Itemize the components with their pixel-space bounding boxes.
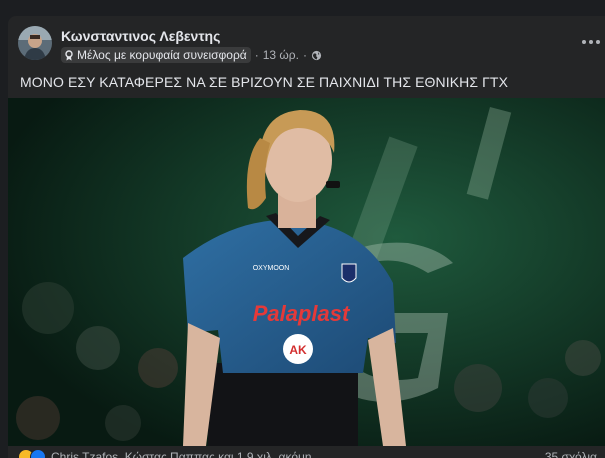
reaction-icons[interactable]	[18, 448, 46, 458]
avatar-image	[18, 26, 52, 60]
reactions-bar: Chris Tzafos, Κώστας Παππας και 1,9 χιλ.…	[8, 447, 605, 458]
jersey-logo-text: AK	[289, 343, 307, 357]
post-photo[interactable]: Palaplast OXYMOON AK	[8, 98, 605, 446]
post-card: Κωνσταντινος Λεβεντης Μέλος με κορυφαία …	[8, 16, 605, 458]
more-options-icon[interactable]	[577, 34, 605, 50]
facebook-feed: Κωνσταντινος Λεβεντης Μέλος με κορυφαία …	[0, 0, 605, 458]
badge-icon	[65, 49, 73, 60]
referee-photo: Palaplast OXYMOON AK	[8, 98, 605, 446]
post-timestamp[interactable]: 13 ώρ.	[263, 47, 299, 63]
more-dot	[582, 40, 586, 44]
globe-icon[interactable]	[311, 50, 322, 61]
post-header: Κωνσταντινος Λεβεντης Μέλος με κορυφαία …	[8, 16, 605, 68]
post-meta: Μέλος με κορυφαία συνεισφορά · 13 ώρ. ·	[61, 47, 322, 63]
federation-badge	[341, 263, 357, 283]
more-dot	[589, 40, 593, 44]
reaction-names[interactable]: Chris Tzafos, Κώστας Παππας και 1,9 χιλ.…	[51, 450, 312, 458]
comments-count[interactable]: 35 σχόλια	[545, 450, 597, 458]
jersey-brand-text: OXYMOON	[253, 265, 290, 272]
meta-separator-2: ·	[302, 48, 307, 62]
avatar[interactable]	[18, 26, 52, 60]
member-badge[interactable]: Μέλος με κορυφαία συνεισφορά	[61, 47, 251, 63]
like-reaction-icon	[30, 448, 46, 458]
more-dot	[596, 40, 600, 44]
jersey-sponsor-text: Palaplast	[253, 301, 351, 326]
post-text: ΜΟΝΟ ΕΣΥ ΚΑΤΑΦΕΡΕΣ ΝΑ ΣΕ ΒΡΙΖΟΥΝ ΣΕ ΠΑΙΧ…	[20, 74, 509, 90]
author-name[interactable]: Κωνσταντινος Λεβεντης	[61, 28, 220, 44]
meta-separator: ·	[254, 48, 259, 62]
member-badge-label: Μέλος με κορυφαία συνεισφορά	[77, 48, 247, 62]
